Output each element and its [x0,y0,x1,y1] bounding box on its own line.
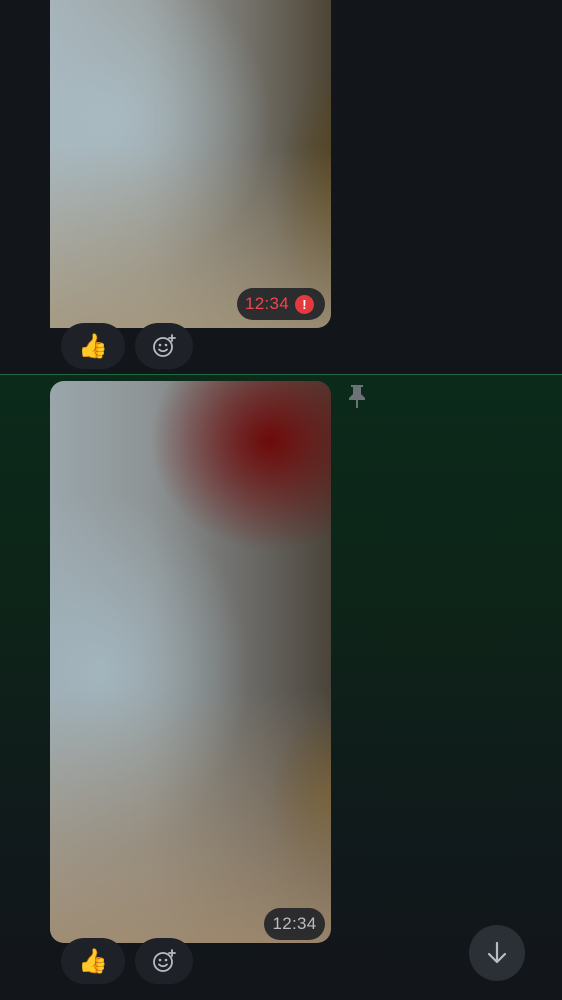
message-timestamp-error[interactable]: 12:34 ! [237,288,325,320]
arrow-down-icon [487,941,507,964]
pin-icon [349,385,365,408]
add-reaction-button[interactable] [135,938,193,984]
error-icon: ! [295,294,315,314]
add-reaction-button[interactable] [135,323,193,369]
image-attachment[interactable] [50,0,331,328]
thumbs-up-emoji: 👍 [78,947,108,975]
message-timestamp[interactable]: 12:34 [264,908,325,940]
timestamp-text: 12:34 [272,914,317,933]
add-reaction-icon [153,334,176,357]
scroll-to-bottom-button[interactable] [469,925,525,981]
add-reaction-icon [153,949,176,972]
message-row[interactable]: 12:34 ! 👍 [0,0,562,375]
reaction-thumbs-up-button[interactable]: 👍 [61,323,125,369]
message-row-selected[interactable]: 12:34 👍 [0,375,562,1000]
image-attachment[interactable] [50,381,331,943]
timestamp-text: 12:34 [245,294,290,313]
reaction-thumbs-up-button[interactable]: 👍 [61,938,125,984]
thumbs-up-emoji: 👍 [78,332,108,360]
